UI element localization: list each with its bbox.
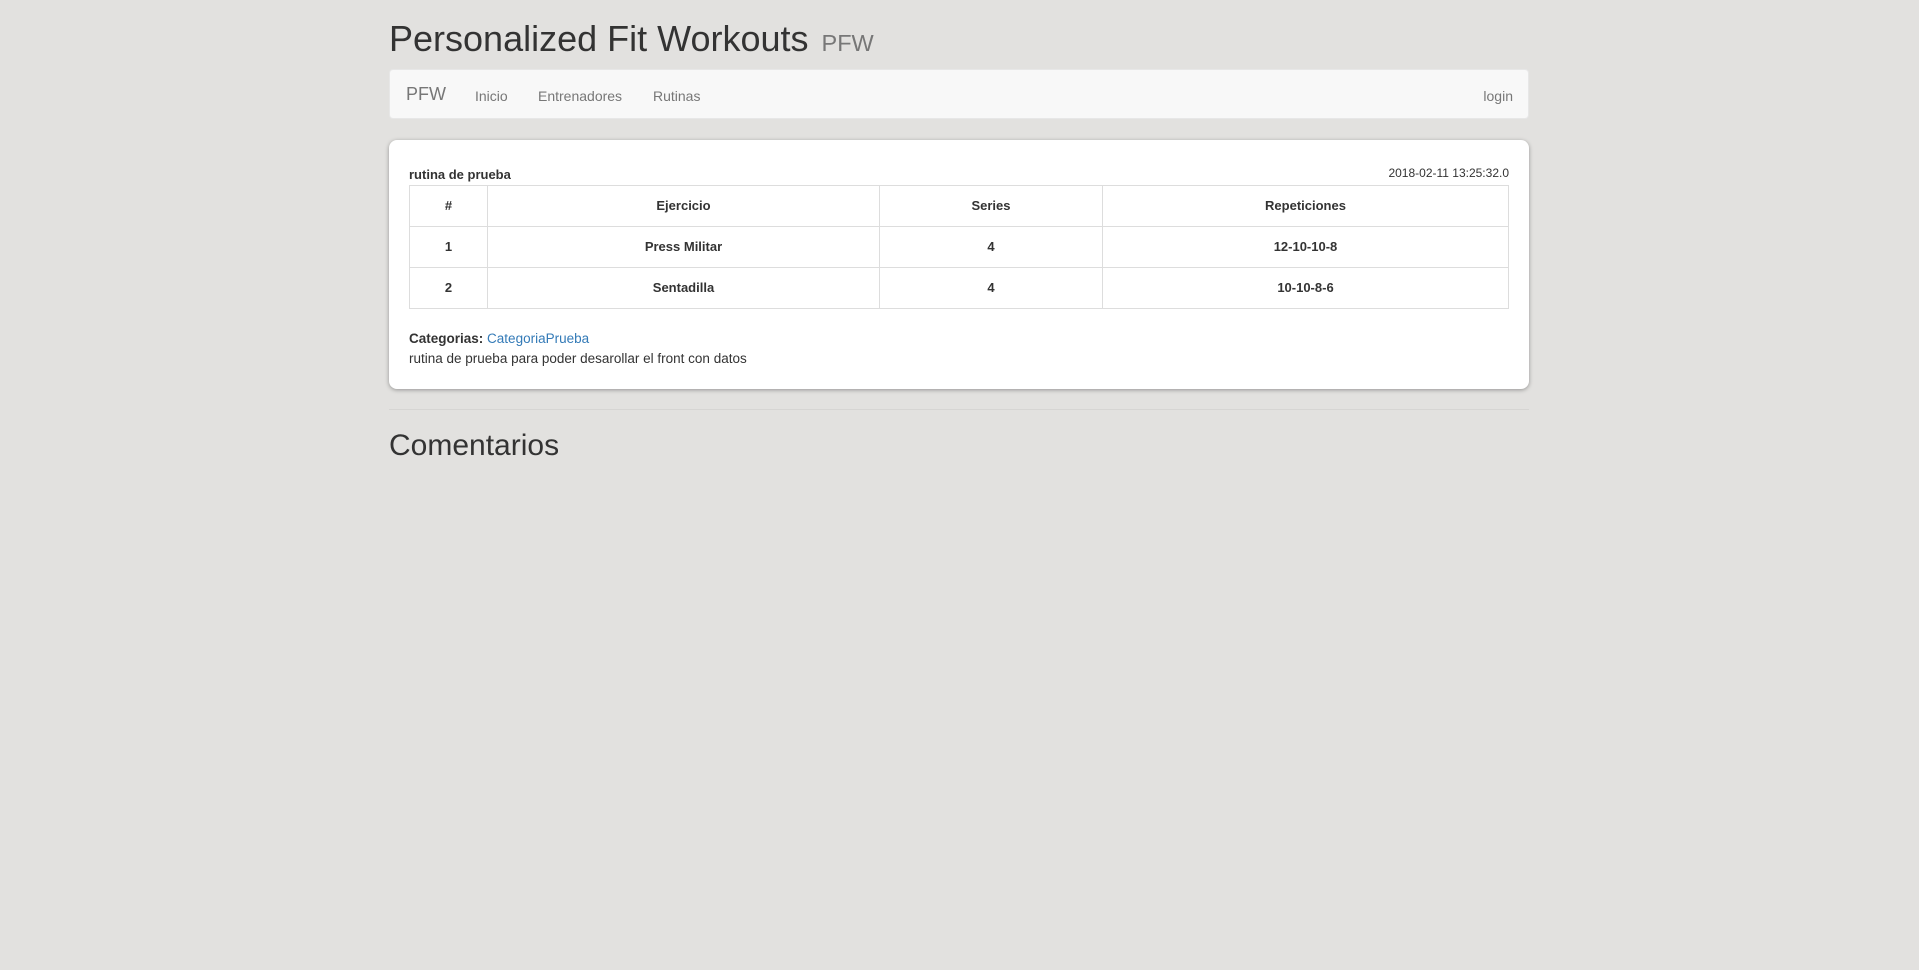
- cell-series: 4: [879, 267, 1103, 309]
- site-title-text: Personalized Fit Workouts: [389, 18, 809, 59]
- column-header-exercise: Ejercicio: [487, 185, 880, 227]
- navbar-brand-link[interactable]: PFW: [406, 84, 446, 104]
- navbar: PFW Inicio Entrenadores Rutinas login: [389, 69, 1529, 119]
- categories-line: Categorias: CategoriaPrueba: [409, 330, 589, 348]
- section-divider: [389, 409, 1529, 410]
- cell-number: 1: [409, 226, 488, 268]
- column-header-number: #: [409, 185, 488, 227]
- site-title: Personalized Fit Workouts PFW: [389, 0, 1529, 69]
- page-container: Personalized Fit Workouts PFW PFW Inicio…: [389, 0, 1529, 462]
- routine-description: rutina de prueba para poder desarollar e…: [409, 351, 747, 366]
- cell-exercise: Press Militar: [487, 226, 880, 268]
- comments-title: Comentarios: [389, 429, 560, 462]
- cell-number: 2: [409, 267, 488, 309]
- site-subtitle: PFW: [821, 30, 874, 56]
- table-row: 1 Press Militar 4 12-10-10-8: [409, 226, 1509, 268]
- nav-link-inicio[interactable]: Inicio: [475, 86, 508, 106]
- nav-link-entrenadores[interactable]: Entrenadores: [538, 86, 622, 106]
- table-row: 2 Sentadilla 4 10-10-8-6: [409, 267, 1509, 309]
- column-header-series: Series: [879, 185, 1103, 227]
- column-header-repetitions: Repeticiones: [1102, 185, 1509, 227]
- login-link[interactable]: login: [1483, 86, 1513, 106]
- category-link[interactable]: CategoriaPrueba: [487, 331, 589, 346]
- cell-repetitions: 10-10-8-6: [1102, 267, 1509, 309]
- nav-link-rutinas[interactable]: Rutinas: [653, 86, 700, 106]
- categories-label: Categorias:: [409, 331, 484, 346]
- routine-date: 2018-02-11 13:25:32.0: [1388, 166, 1509, 180]
- routine-name: rutina de prueba: [409, 167, 511, 182]
- cell-series: 4: [879, 226, 1103, 268]
- cell-exercise: Sentadilla: [487, 267, 880, 309]
- exercises-table: # Ejercicio Series Repeticiones 1 Press …: [409, 185, 1509, 309]
- routine-panel: rutina de prueba 2018-02-11 13:25:32.0 #…: [389, 140, 1529, 389]
- table-header-row: # Ejercicio Series Repeticiones: [409, 185, 1509, 227]
- cell-repetitions: 12-10-10-8: [1102, 226, 1509, 268]
